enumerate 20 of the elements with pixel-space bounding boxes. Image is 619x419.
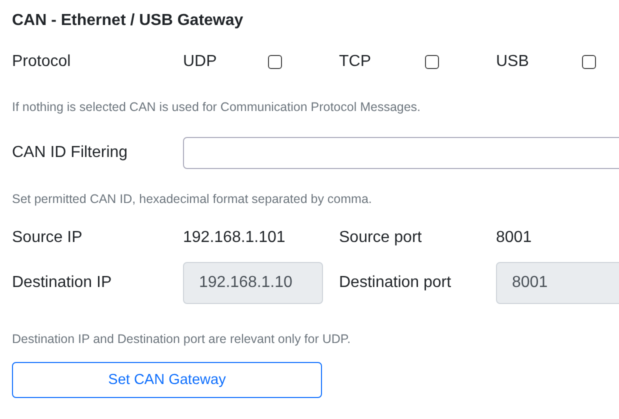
field-label: Source IP	[12, 229, 84, 247]
form-title: CAN - Ethernet / USB Gateway	[12, 11, 244, 31]
option-label: TCP	[339, 53, 372, 71]
option-label: USB	[496, 53, 530, 71]
field-label: Destination port	[339, 274, 452, 292]
checkbox[interactable]	[425, 55, 439, 69]
set-gateway-button[interactable]: Set CAN Gateway	[12, 362, 322, 398]
help-text: Destination IP and Destination port are relevant only for UDP.	[12, 331, 352, 347]
checkbox[interactable]	[268, 55, 282, 69]
field-label: Source port	[339, 229, 423, 247]
port-value: 8001	[496, 229, 533, 247]
ip-value: 192.168.1.101	[183, 229, 286, 247]
field-label: CAN ID Filtering	[12, 144, 129, 162]
input-field[interactable]	[183, 137, 619, 169]
checkbox[interactable]	[582, 55, 596, 69]
option-label: UDP	[183, 53, 218, 71]
field-label: Destination IP	[12, 274, 113, 292]
field-label: Protocol	[12, 53, 72, 71]
help-text: If nothing is selected CAN is used for Communication Protocol Messages.	[12, 99, 422, 115]
help-text: Set permitted CAN ID, hexadecimal format separated by comma.	[12, 191, 373, 207]
